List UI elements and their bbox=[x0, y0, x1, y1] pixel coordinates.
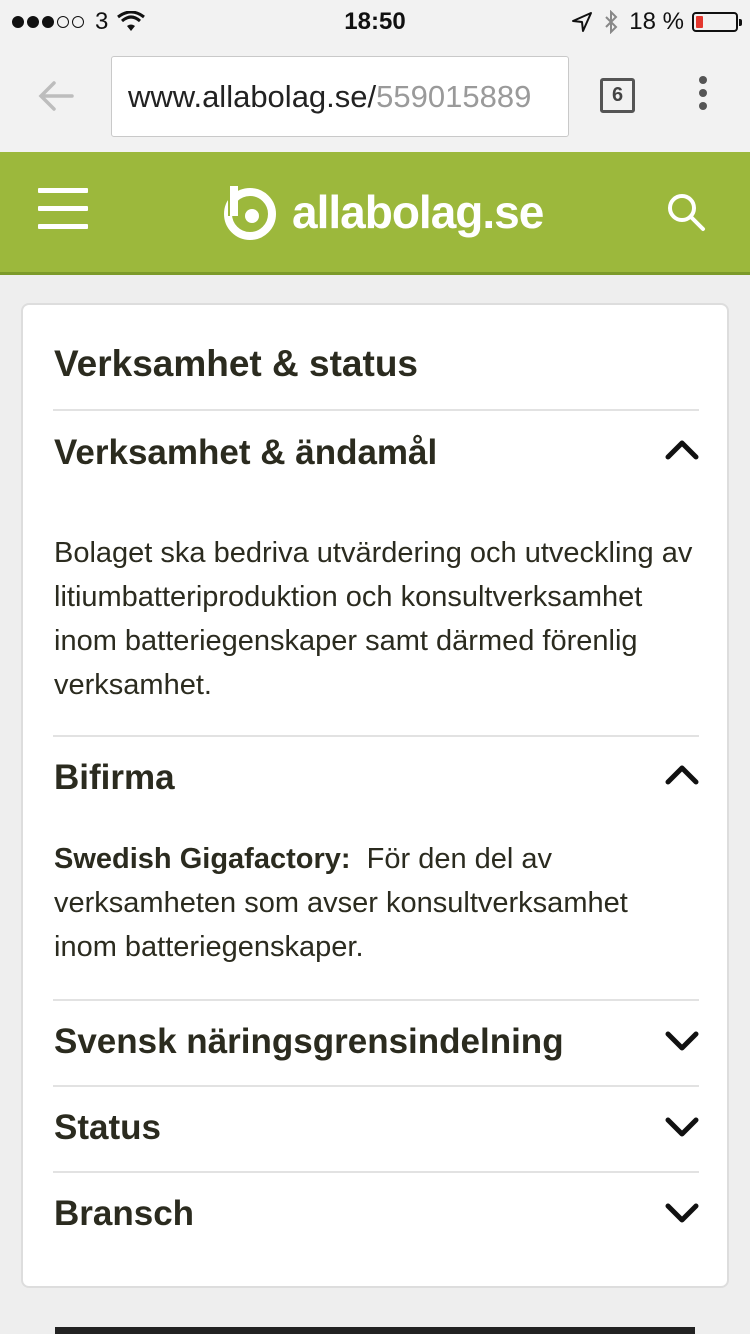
status-bar: 3 18:50 18 % bbox=[0, 0, 750, 40]
section-title: Bransch bbox=[54, 1194, 195, 1233]
battery-percent: 18 % bbox=[629, 8, 684, 35]
browser-toolbar: www.allabolag.se/559015889 6 bbox=[0, 40, 750, 152]
divider bbox=[53, 999, 699, 1001]
status-bar-right: 18 % bbox=[571, 8, 742, 36]
company-info-card: Verksamhet & status Verksamhet & ändamål… bbox=[21, 303, 729, 1288]
section-header-verksamhet[interactable]: Verksamhet & ändamål bbox=[54, 433, 700, 473]
url-host: www.allabolag.se/ bbox=[128, 78, 377, 114]
section-title: Status bbox=[54, 1108, 161, 1147]
bifirma-name: Swedish Gigafactory: bbox=[54, 843, 351, 875]
card-title: Verksamhet & status bbox=[54, 343, 419, 384]
search-icon[interactable] bbox=[664, 190, 708, 234]
section-title: Verksamhet & ändamål bbox=[54, 433, 438, 472]
location-arrow-icon bbox=[572, 12, 593, 32]
tab-switcher-button[interactable]: 6 bbox=[600, 78, 635, 113]
bluetooth-icon bbox=[605, 10, 618, 34]
chevron-down-icon[interactable] bbox=[664, 1114, 700, 1140]
section-title: Svensk näringsgrensindelning bbox=[54, 1022, 564, 1061]
overflow-menu-icon[interactable] bbox=[690, 76, 716, 116]
section-header-status[interactable]: Status bbox=[54, 1108, 700, 1148]
section-body-verksamhet: Bolaget ska bedriva utvärdering och utve… bbox=[54, 537, 693, 701]
section-body-bifirma: Swedish Gigafactory: För den del av verk… bbox=[54, 837, 694, 969]
divider bbox=[53, 1171, 699, 1173]
hamburger-menu-icon[interactable] bbox=[38, 188, 88, 234]
battery-level bbox=[696, 16, 703, 28]
chevron-down-icon[interactable] bbox=[664, 1200, 700, 1226]
chevron-up-icon[interactable] bbox=[664, 762, 700, 788]
logo-mark-icon bbox=[224, 186, 276, 240]
address-bar[interactable]: www.allabolag.se/559015889 bbox=[111, 56, 569, 137]
divider bbox=[53, 1085, 699, 1087]
url-path: 559015889 bbox=[376, 78, 532, 114]
chevron-down-icon[interactable] bbox=[664, 1028, 700, 1054]
back-arrow-icon[interactable] bbox=[36, 76, 76, 116]
site-logo[interactable]: allabolag.se bbox=[222, 180, 544, 244]
logo-text: allabolag.se bbox=[292, 186, 544, 238]
section-header-bransch[interactable]: Bransch bbox=[54, 1194, 700, 1234]
divider bbox=[53, 409, 699, 411]
section-header-bifirma[interactable]: Bifirma bbox=[54, 758, 700, 798]
section-title: Bifirma bbox=[54, 758, 175, 797]
battery-icon bbox=[692, 12, 742, 32]
next-section-image bbox=[55, 1327, 695, 1334]
divider bbox=[53, 735, 699, 737]
site-header: allabolag.se bbox=[0, 152, 750, 275]
section-header-naringsgren[interactable]: Svensk näringsgrensindelning bbox=[54, 1022, 700, 1062]
chevron-up-icon[interactable] bbox=[664, 437, 700, 463]
